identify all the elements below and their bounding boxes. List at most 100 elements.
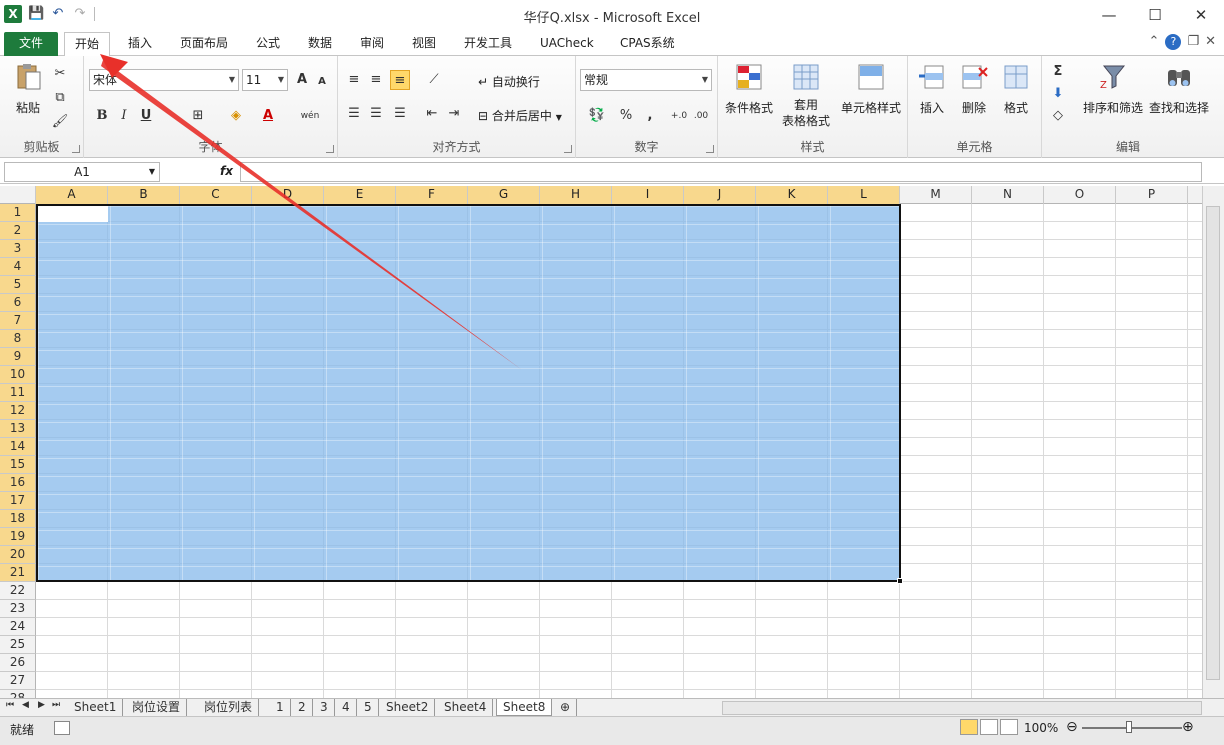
sheet-tab-Sheet8[interactable]: Sheet8 <box>496 699 553 716</box>
tab-review[interactable]: 审阅 <box>350 32 394 56</box>
row-header-15[interactable]: 15 <box>0 456 36 474</box>
alignment-launcher[interactable] <box>564 145 572 153</box>
align-top-icon[interactable]: ≡ <box>344 70 364 90</box>
sheet-tab-岗位设置[interactable]: 岗位设置 <box>126 699 188 716</box>
column-header-H[interactable]: H <box>540 186 612 204</box>
row-header-25[interactable]: 25 <box>0 636 36 654</box>
sheet-tab-3[interactable]: 3 <box>314 699 335 716</box>
column-header-K[interactable]: K <box>756 186 828 204</box>
row-header-19[interactable]: 19 <box>0 528 36 546</box>
align-bottom-icon[interactable]: ≡ <box>390 70 410 90</box>
row-header-12[interactable]: 12 <box>0 402 36 420</box>
zoom-out-icon[interactable]: ⊖ <box>1066 719 1078 735</box>
column-header-N[interactable]: N <box>972 186 1044 204</box>
align-center-icon[interactable]: ☰ <box>366 104 386 124</box>
currency-icon[interactable]: 💱 <box>582 106 612 126</box>
column-header-E[interactable]: E <box>324 186 396 204</box>
sheet-tab-4[interactable]: 4 <box>336 699 357 716</box>
number-format-combo[interactable]: 常规 ▼ <box>580 69 712 91</box>
sheet-tab-Sheet1[interactable]: Sheet1 <box>68 699 124 716</box>
maximize-button[interactable]: ☐ <box>1132 0 1178 30</box>
align-middle-icon[interactable]: ≡ <box>366 70 386 90</box>
tab-data[interactable]: 数据 <box>298 32 342 56</box>
row-header-3[interactable]: 3 <box>0 240 36 258</box>
row-header-6[interactable]: 6 <box>0 294 36 312</box>
row-header-8[interactable]: 8 <box>0 330 36 348</box>
page-break-view-button[interactable] <box>1000 719 1018 735</box>
tab-file[interactable]: 文件 <box>4 32 58 56</box>
zoom-level[interactable]: 100% <box>1024 721 1058 735</box>
percent-button[interactable]: % <box>616 106 636 126</box>
row-header-13[interactable]: 13 <box>0 420 36 438</box>
column-header-B[interactable]: B <box>108 186 180 204</box>
column-header-I[interactable]: I <box>612 186 684 204</box>
normal-view-button[interactable] <box>960 719 978 735</box>
vertical-scroll-thumb[interactable] <box>1206 206 1220 680</box>
prev-sheet-icon[interactable]: ◀ <box>22 700 29 710</box>
merge-center-button[interactable]: ⊟ 合并后居中 ▼ <box>478 107 562 124</box>
grow-font-button[interactable]: A <box>292 70 312 90</box>
number-launcher[interactable] <box>706 145 714 153</box>
font-name-combo[interactable]: 宋体 ▼ <box>89 69 239 91</box>
row-header-17[interactable]: 17 <box>0 492 36 510</box>
zoom-in-icon[interactable]: ⊕ <box>1182 719 1194 735</box>
zoom-slider-thumb[interactable] <box>1126 721 1132 733</box>
clear-icon[interactable]: ◇ <box>1048 106 1068 126</box>
insert-function-button[interactable]: fx <box>220 164 233 178</box>
fill-color-icon[interactable]: ◈ <box>226 106 246 126</box>
row-header-4[interactable]: 4 <box>0 258 36 276</box>
horizontal-scrollbar[interactable] <box>722 701 1202 715</box>
column-header-P[interactable]: P <box>1116 186 1188 204</box>
insert-cells-button[interactable]: 插入 <box>912 62 952 116</box>
fill-handle[interactable] <box>897 578 903 584</box>
insert-sheet-icon[interactable]: ⊕ <box>554 699 578 716</box>
row-header-24[interactable]: 24 <box>0 618 36 636</box>
column-header-L[interactable]: L <box>828 186 900 204</box>
wrap-text-button[interactable]: ↵ 自动换行 <box>478 73 540 90</box>
select-all-corner[interactable] <box>0 186 36 204</box>
paste-button[interactable]: 粘贴 <box>8 62 48 116</box>
window-close-icon[interactable]: ✕ <box>1205 34 1216 50</box>
name-box[interactable]: A1 ▼ <box>4 162 160 182</box>
align-left-icon[interactable]: ☰ <box>344 104 364 124</box>
row-header-10[interactable]: 10 <box>0 366 36 384</box>
sheet-tab-Sheet4[interactable]: Sheet4 <box>438 699 494 716</box>
column-header-G[interactable]: G <box>468 186 540 204</box>
row-header-21[interactable]: 21 <box>0 564 36 582</box>
collapse-ribbon-icon[interactable]: ⌃ <box>1149 34 1160 50</box>
autosum-button[interactable]: Σ <box>1048 62 1068 82</box>
row-header-20[interactable]: 20 <box>0 546 36 564</box>
comma-button[interactable]: , <box>640 106 660 126</box>
column-header-C[interactable]: C <box>180 186 252 204</box>
row-header-1[interactable]: 1 <box>0 204 36 222</box>
increase-indent-icon[interactable]: ⇥ <box>444 104 464 124</box>
phonetic-button[interactable]: wén <box>296 106 324 126</box>
vertical-scrollbar[interactable] <box>1202 186 1224 698</box>
row-header-26[interactable]: 26 <box>0 654 36 672</box>
sheet-tab-2[interactable]: 2 <box>292 699 313 716</box>
tab-uacheck[interactable]: UACheck <box>530 32 604 56</box>
row-header-7[interactable]: 7 <box>0 312 36 330</box>
row-header-22[interactable]: 22 <box>0 582 36 600</box>
italic-button[interactable]: I <box>114 106 134 126</box>
find-select-button[interactable]: 查找和选择 <box>1146 62 1212 116</box>
row-header-27[interactable]: 27 <box>0 672 36 690</box>
format-cells-button[interactable]: 格式 <box>996 62 1036 116</box>
delete-cells-button[interactable]: 删除 <box>954 62 994 116</box>
fill-icon[interactable]: ⬇ <box>1048 84 1068 104</box>
increase-decimal-button[interactable]: +.0 <box>668 106 690 126</box>
column-header-J[interactable]: J <box>684 186 756 204</box>
active-cell[interactable] <box>38 206 108 222</box>
decrease-indent-icon[interactable]: ⇤ <box>422 104 442 124</box>
column-header-M[interactable]: M <box>900 186 972 204</box>
cut-icon[interactable]: ✂ <box>50 64 70 84</box>
font-size-combo[interactable]: 11 ▼ <box>242 69 288 91</box>
row-header-14[interactable]: 14 <box>0 438 36 456</box>
row-header-16[interactable]: 16 <box>0 474 36 492</box>
help-icon[interactable]: ? <box>1165 34 1182 50</box>
row-header-2[interactable]: 2 <box>0 222 36 240</box>
selected-range[interactable] <box>36 204 901 582</box>
first-sheet-icon[interactable]: ⏮ <box>6 700 14 710</box>
format-as-table-button[interactable]: 套用 表格格式 <box>776 62 836 129</box>
font-launcher[interactable] <box>326 145 334 153</box>
